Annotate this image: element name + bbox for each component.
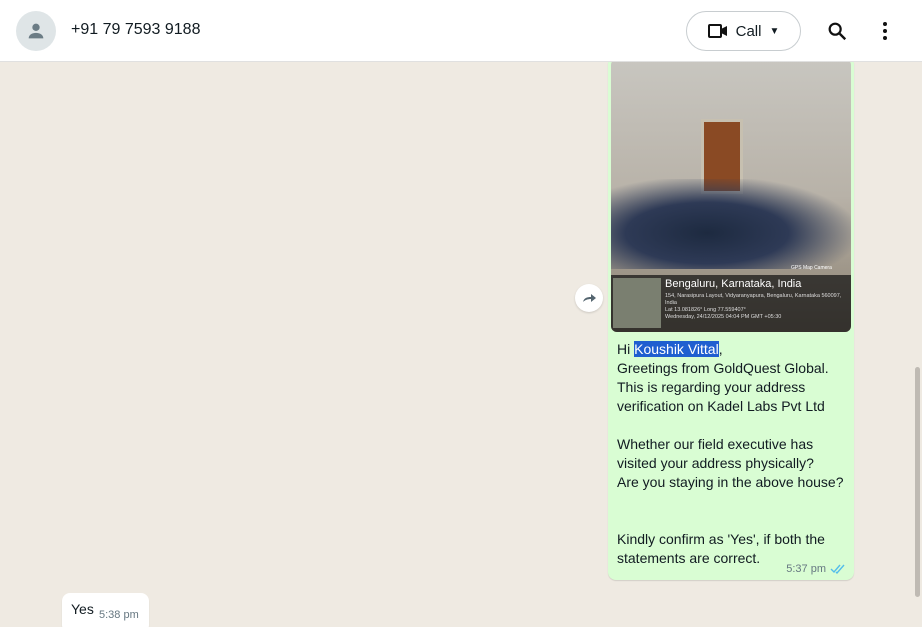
- forward-icon[interactable]: [575, 284, 603, 312]
- call-button[interactable]: Call ▼: [686, 11, 801, 51]
- search-icon[interactable]: [825, 19, 849, 43]
- incoming-message: Yes 5:38 pm: [62, 593, 149, 627]
- map-thumbnail: [613, 278, 661, 328]
- selected-text: Koushik Vittal: [634, 341, 719, 357]
- person-icon: [28, 23, 44, 39]
- location-datetime: Wednesday, 24/12/2025 04:04 PM GMT +05:3…: [665, 314, 782, 320]
- video-icon: [707, 24, 727, 38]
- avatar[interactable]: [16, 11, 56, 51]
- message-photo[interactable]: GPS Map Camera Bengaluru, Karnataka, Ind…: [611, 62, 851, 332]
- call-label: Call: [735, 22, 762, 40]
- message-time: 5:37 pm: [786, 563, 826, 575]
- contact-name[interactable]: +91 79 7593 9188: [71, 21, 200, 39]
- location-title: Bengaluru, Karnataka, India: [665, 278, 802, 290]
- outgoing-message: GPS Map Camera Bengaluru, Karnataka, Ind…: [608, 62, 854, 580]
- more-options-icon[interactable]: [873, 19, 897, 43]
- message-text: Yes: [71, 601, 94, 617]
- watermark: GPS Map Camera: [791, 265, 832, 271]
- double-check-icon: [830, 564, 845, 574]
- chat-header: +91 79 7593 9188 Call ▼: [0, 0, 922, 62]
- message-text: Hi Koushik Vittal, Greetings from GoldQu…: [617, 341, 844, 566]
- location-coords: Lat 13.081826° Long 77.559407°: [665, 307, 746, 313]
- location-address: 154, Narasipura Layout, Vidyaranyapura, …: [665, 293, 842, 306]
- chevron-down-icon: ▼: [769, 25, 780, 37]
- message-list: GPS Map Camera Bengaluru, Karnataka, Ind…: [0, 62, 922, 627]
- scrollbar[interactable]: [912, 62, 922, 627]
- message-time: 5:38 pm: [99, 609, 139, 621]
- scrollbar-thumb[interactable]: [915, 367, 920, 597]
